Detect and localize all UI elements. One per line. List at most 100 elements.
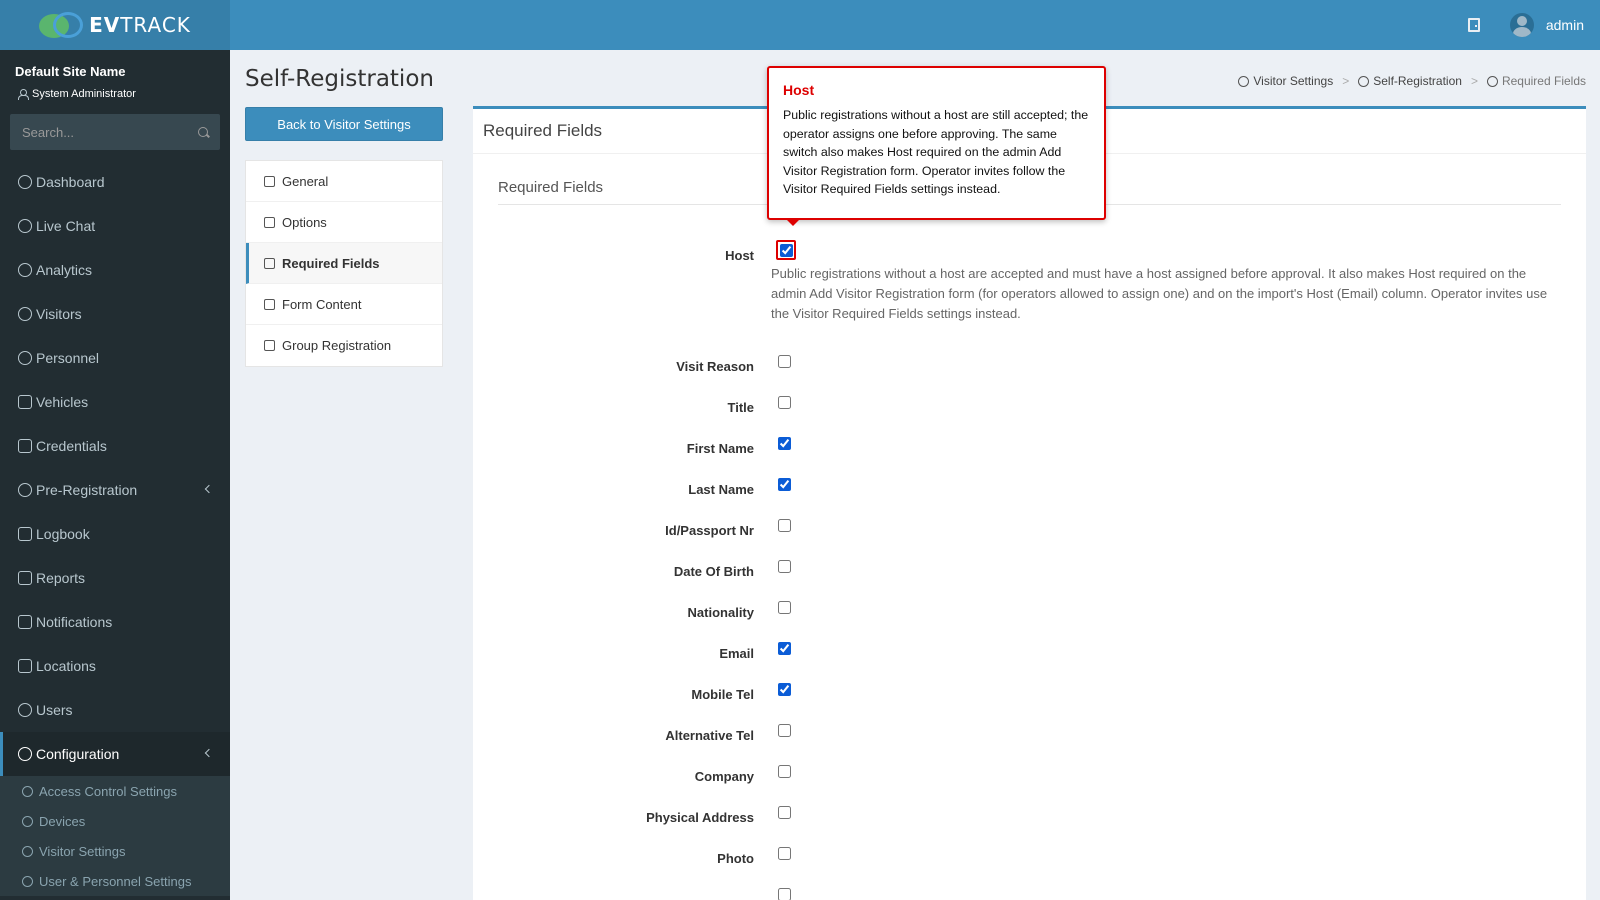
nationality-checkbox[interactable] (778, 601, 791, 614)
door-icon[interactable] (1467, 18, 1480, 32)
chat-icon (18, 615, 32, 629)
user-icon (1358, 75, 1370, 87)
breadcrumb-visitor-settings[interactable]: Visitor Settings (1238, 74, 1333, 88)
eye-icon (1238, 75, 1250, 87)
tooltip-title: Host (783, 82, 815, 98)
field-row-first-name: First Name (473, 437, 1586, 473)
field-label-visit-reason: Visit Reason (676, 359, 754, 374)
settings-tabs: General Options Required Fields Form Con… (245, 160, 443, 367)
required-fields-box: Required Fields Required Fields Host Pub… (473, 106, 1586, 900)
checklist-icon (264, 257, 275, 269)
physical-address-checkbox[interactable] (778, 806, 791, 819)
sidebar-subitem-user-personnel[interactable]: User & Personnel Settings (0, 866, 230, 896)
field-label-physical-address: Physical Address (646, 810, 754, 825)
sidebar-item-reports[interactable]: Reports (0, 556, 230, 600)
logo-mark-icon (39, 10, 85, 40)
visit-reason-checkbox[interactable] (778, 355, 791, 368)
configuration-submenu: Access Control Settings Devices Visitor … (0, 776, 230, 896)
sidebar-item-credentials[interactable]: Credentials (0, 424, 230, 468)
form-icon (264, 298, 275, 310)
sidebar-item-vehicles[interactable]: Vehicles (0, 380, 230, 424)
field-label-mobile-tel: Mobile Tel (691, 687, 754, 702)
sidebar-item-notifications[interactable]: Notifications (0, 600, 230, 644)
site-name: Default Site Name (15, 64, 126, 79)
field-row-visit-reason: Visit Reason (473, 355, 1586, 391)
tooltip-body: Public registrations without a host are … (783, 108, 1089, 196)
title-checkbox[interactable] (778, 396, 791, 409)
breadcrumb-separator: > (1342, 74, 1350, 88)
top-navbar: EVTRACK admin (0, 0, 1600, 50)
field-row-id-passport: Id/Passport Nr (473, 519, 1586, 555)
tab-form-content[interactable]: Form Content (246, 284, 442, 325)
tab-required-fields[interactable]: Required Fields (246, 243, 442, 284)
dashboard-icon (18, 175, 32, 189)
user-role: System Administrator (18, 88, 136, 100)
host-help-text: Public registrations without a host are … (771, 266, 1548, 321)
username[interactable]: admin (1546, 17, 1584, 33)
sidebar-subitem-visitor-settings[interactable]: Visitor Settings (0, 836, 230, 866)
field-label-company: Company (694, 769, 754, 784)
field-row-mobile-tel: Mobile Tel (473, 683, 1586, 719)
sidebar-subitem-devices[interactable]: Devices (0, 806, 230, 836)
field-label-alternative-tel: Alternative Tel (665, 728, 754, 743)
sidebar-item-configuration[interactable]: Configuration (0, 732, 230, 776)
sidebar-item-personnel[interactable]: Personnel (0, 336, 230, 380)
analytics-icon (18, 263, 32, 277)
sidebar-item-users[interactable]: Users (0, 688, 230, 732)
field-row-photo: Photo (473, 847, 1586, 883)
logo[interactable]: EVTRACK (0, 0, 230, 50)
sidebar-item-locations[interactable]: Locations (0, 644, 230, 688)
sidebar-item-live-chat[interactable]: Live Chat (0, 204, 230, 248)
breadcrumb-self-registration[interactable]: Self-Registration (1358, 74, 1462, 88)
avatar[interactable] (1509, 13, 1534, 37)
sidebar-search (10, 114, 220, 150)
eye-icon (18, 307, 32, 321)
company-checkbox[interactable] (778, 765, 791, 778)
sidebar-item-logbook[interactable]: Logbook (0, 512, 230, 556)
last-name-checkbox[interactable] (778, 478, 791, 491)
tab-general[interactable]: General (246, 161, 442, 202)
group-icon (264, 340, 275, 351)
arrows-icon (18, 483, 32, 497)
field-row-email: Email (473, 642, 1586, 678)
date-of-birth-checkbox[interactable] (778, 560, 791, 573)
back-to-visitor-settings-button[interactable]: Back to Visitor Settings (245, 107, 443, 141)
mobile-tel-checkbox[interactable] (778, 683, 791, 696)
field-label-host: Host (725, 248, 754, 263)
tab-group-registration[interactable]: Group Registration (246, 325, 442, 366)
field-row-alternative-tel: Alternative Tel (473, 724, 1586, 760)
field-row-physical-address: Physical Address (473, 806, 1586, 842)
field-row-date-of-birth: Date Of Birth (473, 560, 1586, 596)
sidebar-subitem-access-control[interactable]: Access Control Settings (0, 776, 230, 806)
sidebar-item-dashboard[interactable]: Dashboard (0, 160, 230, 204)
first-name-checkbox[interactable] (778, 437, 791, 450)
field-row-title: Title (473, 396, 1586, 432)
cog-icon (22, 815, 33, 827)
breadcrumb: Visitor Settings > Self-Registration > R… (1238, 74, 1586, 88)
user-icon (22, 875, 33, 887)
tooltip-arrow (786, 219, 800, 226)
search-input[interactable] (22, 124, 198, 140)
lock-icon (22, 785, 33, 797)
sidebar-item-analytics[interactable]: Analytics (0, 248, 230, 292)
eye-icon (22, 845, 33, 857)
host-checkbox-highlight (776, 240, 796, 260)
field-label-date-of-birth: Date Of Birth (673, 564, 754, 579)
photo-checkbox[interactable] (778, 847, 791, 860)
next-field-checkbox[interactable] (778, 888, 791, 900)
car-icon (18, 395, 32, 409)
email-checkbox[interactable] (778, 642, 791, 655)
breadcrumb-required-fields: Required Fields (1486, 74, 1586, 88)
chevron-left-icon (204, 748, 214, 758)
sidebar-item-visitors[interactable]: Visitors (0, 292, 230, 336)
id-passport-checkbox[interactable] (778, 519, 791, 532)
field-row-nationality: Nationality (473, 601, 1586, 637)
alternative-tel-checkbox[interactable] (778, 724, 791, 737)
search-icon[interactable] (198, 127, 208, 137)
host-checkbox[interactable] (779, 243, 793, 257)
personnel-icon (18, 351, 32, 365)
tab-options[interactable]: Options (246, 202, 442, 243)
field-label-last-name: Last Name (688, 482, 754, 497)
sidebar-item-pre-registration[interactable]: Pre-Registration (0, 468, 230, 512)
map-icon (18, 659, 32, 673)
